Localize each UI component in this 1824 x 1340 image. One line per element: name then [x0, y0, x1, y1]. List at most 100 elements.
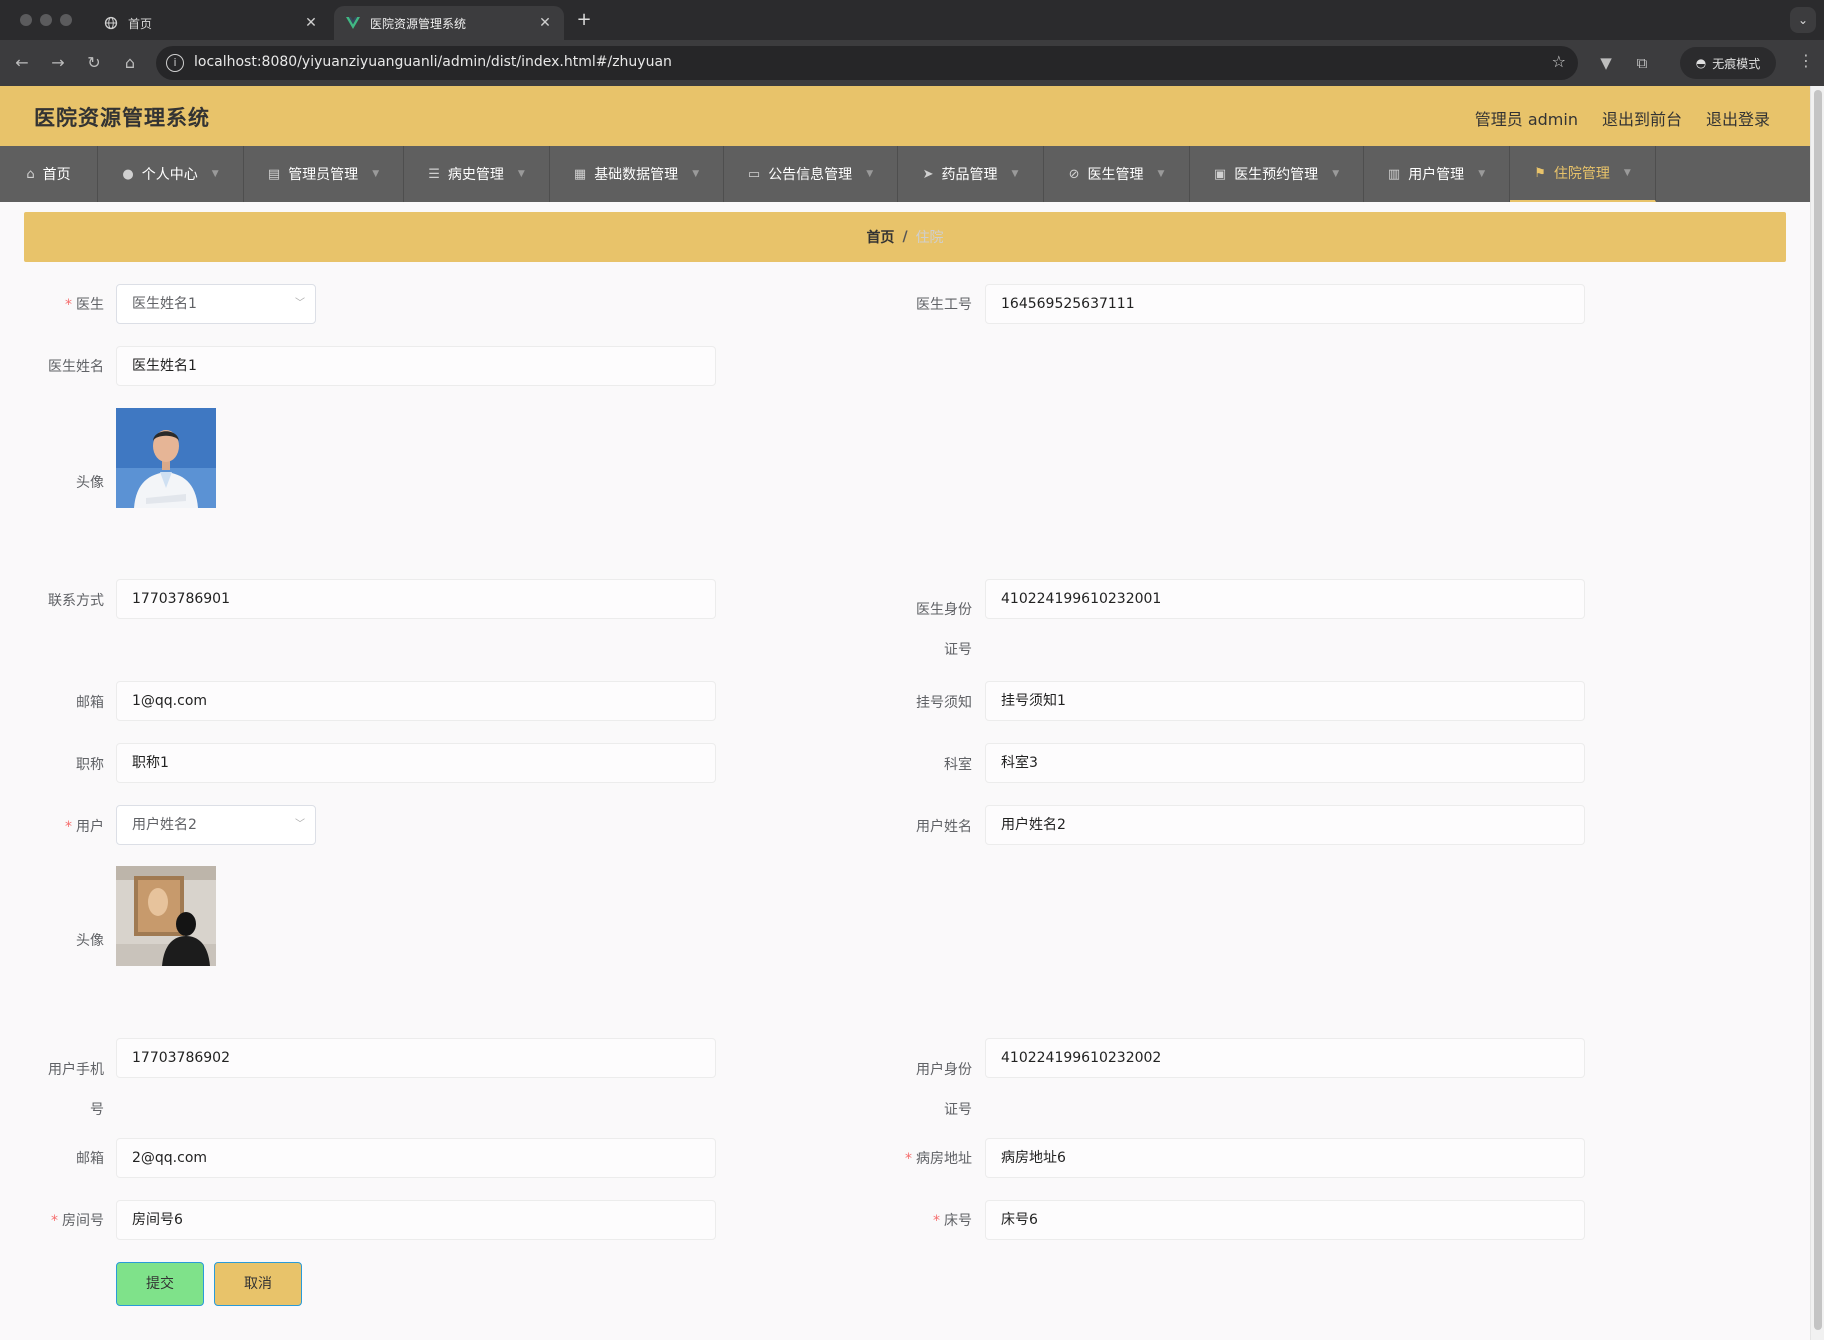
- nav-item-users[interactable]: ▥ 用户管理 ▼: [1364, 146, 1510, 202]
- department-field[interactable]: 科室3: [985, 743, 1585, 783]
- nav-item-appointments[interactable]: ▣ 医生预约管理 ▼: [1190, 146, 1364, 202]
- address-bar[interactable]: i localhost:8080/yiyuanziyuanguanli/admi…: [156, 46, 1578, 80]
- user-name-field[interactable]: 用户姓名2: [985, 805, 1585, 845]
- chevron-down-icon: ▼: [1332, 169, 1340, 179]
- ward-address-label: * 病房地址: [905, 1151, 972, 1167]
- nav-item-home[interactable]: ⌂ 首页: [0, 146, 98, 202]
- reload-icon[interactable]: ↻: [82, 51, 106, 75]
- user-idcard-label: 用户身份 证号: [916, 1062, 972, 1118]
- briefcase-icon: ▣: [1213, 166, 1227, 182]
- new-tab-button[interactable]: +: [572, 8, 596, 32]
- scrollbar-thumb[interactable]: [1814, 90, 1822, 1330]
- nav-item-hospitalization[interactable]: ⚑ 住院管理 ▼: [1510, 146, 1656, 202]
- doctor-email-field[interactable]: 1@qq.com: [116, 681, 716, 721]
- back-to-frontend-link[interactable]: 退出到前台: [1602, 106, 1682, 130]
- doctor-avatar-label: 头像: [76, 475, 104, 491]
- incognito-icon: ◓: [1695, 56, 1707, 70]
- vue-logo-icon: [346, 16, 360, 30]
- doctor-email-label: 邮箱: [76, 695, 104, 711]
- page-scrollbar[interactable]: [1810, 86, 1824, 1340]
- cancel-button[interactable]: 取消: [214, 1262, 302, 1306]
- main-nav: ⌂ 首页 ● 个人中心 ▼ ▤ 管理员管理 ▼ ☰ 病史管理 ▼ ▦ 基础数据管…: [0, 146, 1810, 202]
- user-email-label: 邮箱: [76, 1151, 104, 1167]
- ward-address-field[interactable]: 病房地址6: [985, 1138, 1585, 1178]
- back-arrow-icon[interactable]: ←: [10, 51, 34, 75]
- bed-no-label: * 床号: [933, 1213, 972, 1229]
- register-notice-field[interactable]: 挂号须知1: [985, 681, 1585, 721]
- nav-label: 公告信息管理: [768, 167, 853, 183]
- title-field[interactable]: 职称1: [116, 743, 716, 783]
- nav-label: 药品管理: [941, 167, 998, 183]
- nav-label: 个人中心: [141, 167, 198, 183]
- nav-item-medical-history[interactable]: ☰ 病史管理 ▼: [404, 146, 550, 202]
- vue-devtools-icon[interactable]: ▼: [1594, 51, 1618, 75]
- doctor-select-value: 医生姓名1: [132, 296, 197, 312]
- forward-arrow-icon[interactable]: →: [46, 51, 70, 75]
- browser-tabstrip: 首页 ✕ 医院资源管理系统 ✕ + ⌄: [0, 0, 1824, 40]
- user-avatar-label: 头像: [76, 933, 104, 949]
- chevron-down-icon[interactable]: ⌄: [1790, 7, 1816, 33]
- doctor-id-field[interactable]: 164569525637111: [985, 284, 1585, 324]
- extensions-icon[interactable]: ⧉: [1630, 51, 1654, 75]
- user-select-value: 用户姓名2: [132, 817, 197, 833]
- nav-item-doctors[interactable]: ⊘ 医生管理 ▼: [1044, 146, 1190, 202]
- window-zoom-button[interactable]: [60, 14, 72, 26]
- doctor-label: * 医生: [65, 297, 104, 313]
- doctor-select[interactable]: 医生姓名1 ﹀: [116, 284, 316, 324]
- home-icon[interactable]: ⌂: [118, 51, 142, 75]
- doctor-phone-field[interactable]: 17703786901: [116, 579, 716, 619]
- browser-tab-active[interactable]: 医院资源管理系统 ✕: [334, 6, 564, 40]
- user-name-label: 用户姓名: [916, 819, 972, 835]
- doctor-idcard-field[interactable]: 410224199610232001: [985, 579, 1585, 619]
- browser-tab-home[interactable]: 首页 ✕: [92, 6, 330, 40]
- user-label: * 用户: [65, 819, 104, 835]
- title-label: 职称: [76, 757, 104, 773]
- nav-item-admin-management[interactable]: ▤ 管理员管理 ▼: [244, 146, 404, 202]
- user-icon: ●: [122, 166, 134, 182]
- chevron-down-icon: ▼: [692, 169, 700, 179]
- user-email-field[interactable]: 2@qq.com: [116, 1138, 716, 1178]
- globe-icon: [104, 16, 118, 30]
- user-avatar[interactable]: [116, 866, 216, 966]
- nav-item-medicine[interactable]: ➤ 药品管理 ▼: [898, 146, 1044, 202]
- browser-toolbar: ← → ↻ ⌂ i localhost:8080/yiyuanziyuangua…: [0, 40, 1824, 86]
- nav-label: 住院管理: [1553, 166, 1610, 182]
- window-close-button[interactable]: [20, 14, 32, 26]
- close-icon[interactable]: ✕: [536, 15, 554, 31]
- logout-link[interactable]: 退出登录: [1706, 106, 1770, 130]
- site-info-icon[interactable]: i: [166, 54, 184, 72]
- flag-icon: ⚑: [1534, 165, 1546, 181]
- list-icon: ☰: [428, 166, 440, 182]
- app-header: 医院资源管理系统 管理员 admin 退出到前台 退出登录: [0, 86, 1810, 146]
- url-text[interactable]: localhost:8080/yiyuanziyuanguanli/admin/…: [194, 54, 672, 70]
- incognito-badge[interactable]: ◓ 无痕模式: [1680, 47, 1776, 79]
- clipboard-icon: ▥: [1387, 166, 1401, 182]
- chevron-down-icon: ▼: [1478, 169, 1486, 179]
- user-phone-field[interactable]: 17703786902: [116, 1038, 716, 1078]
- room-no-field[interactable]: 房间号6: [116, 1200, 716, 1240]
- bookmark-star-icon[interactable]: ☆: [1552, 52, 1566, 71]
- admin-user-label: 管理员 admin: [1474, 110, 1578, 129]
- doctor-avatar[interactable]: [116, 408, 216, 508]
- submit-button[interactable]: 提交: [116, 1262, 204, 1306]
- window-minimize-button[interactable]: [40, 14, 52, 26]
- nav-item-basic-data[interactable]: ▦ 基础数据管理 ▼: [550, 146, 724, 202]
- nav-label: 首页: [42, 167, 71, 183]
- user-idcard-field[interactable]: 410224199610232002: [985, 1038, 1585, 1078]
- send-icon: ➤: [922, 166, 934, 182]
- doctor-name-label: 医生姓名: [48, 359, 104, 375]
- room-no-label: * 房间号: [51, 1213, 104, 1229]
- bed-no-field[interactable]: 床号6: [985, 1200, 1585, 1240]
- user-select[interactable]: 用户姓名2 ﹀: [116, 805, 316, 845]
- breadcrumb-home[interactable]: 首页: [866, 227, 894, 247]
- user-phone-label: 用户手机号: [48, 1062, 104, 1118]
- nav-item-announcements[interactable]: ▭ 公告信息管理 ▼: [724, 146, 898, 202]
- breadcrumb: 首页 / 住院: [24, 212, 1786, 262]
- nav-item-personal-center[interactable]: ● 个人中心 ▼: [98, 146, 244, 202]
- close-icon[interactable]: ✕: [302, 15, 320, 31]
- chevron-down-icon: ▼: [211, 169, 219, 179]
- doctor-name-field[interactable]: 医生姓名1: [116, 346, 716, 386]
- chevron-down-icon: ▼: [517, 169, 525, 179]
- user-photo-image: [116, 866, 216, 966]
- more-menu-icon[interactable]: ⋮: [1798, 51, 1814, 70]
